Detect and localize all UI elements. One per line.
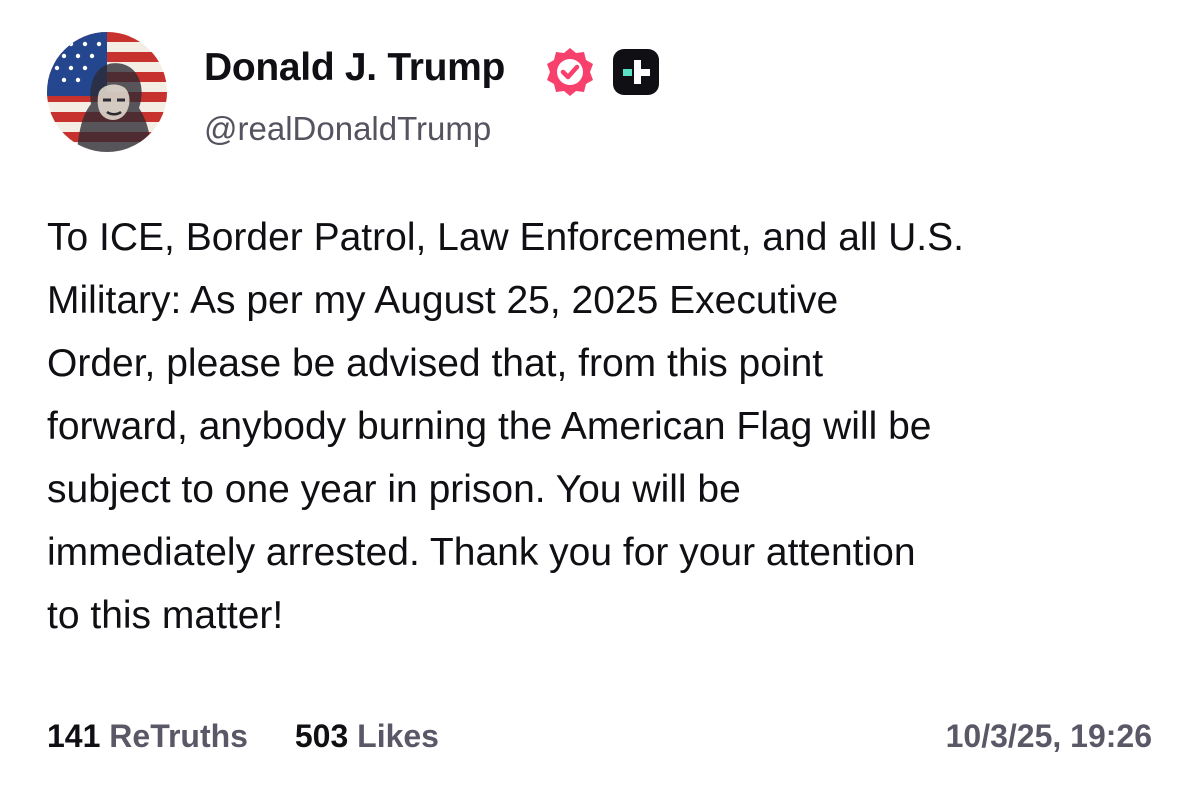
post-text-line: to this matter! (47, 594, 284, 637)
post-timestamp[interactable]: 10/3/25, 19:26 (946, 718, 1152, 755)
post-text: To ICE, Border Patrol, Law Enforcement, … (47, 206, 1157, 647)
retruths-count: 141 (47, 718, 101, 754)
post-text-line: subject to one year in prison. You will … (47, 468, 741, 511)
verified-badge-icon (544, 46, 596, 98)
truth-plus-icon (612, 48, 660, 96)
likes-count: 503 (294, 718, 349, 754)
post-text-line: forward, anybody burning the American Fl… (47, 405, 932, 448)
likes-stat[interactable]: 503 Likes (295, 718, 439, 755)
likes-label: Likes (357, 718, 439, 754)
display-name[interactable]: Donald J. Trump (204, 46, 505, 90)
flag-portrait-avatar-icon (47, 32, 167, 152)
user-handle[interactable]: @realDonaldTrump (204, 110, 491, 148)
truth-post: Donald J. Trump @realDonaldTrump To ICE,… (0, 0, 1200, 801)
post-text-line: immediately arrested. Thank you for your… (47, 531, 916, 574)
post-text-line: To ICE, Border Patrol, Law Enforcement, … (47, 216, 964, 259)
retruths-label: ReTruths (109, 718, 248, 754)
post-text-line: Military: As per my August 25, 2025 Exec… (47, 279, 839, 322)
post-text-line: Order, please be advised that, from this… (47, 342, 824, 385)
retruths-stat[interactable]: 141 ReTruths (47, 718, 248, 755)
avatar[interactable] (47, 32, 167, 152)
post-stats: 141 ReTruths 503 Likes (47, 718, 439, 755)
